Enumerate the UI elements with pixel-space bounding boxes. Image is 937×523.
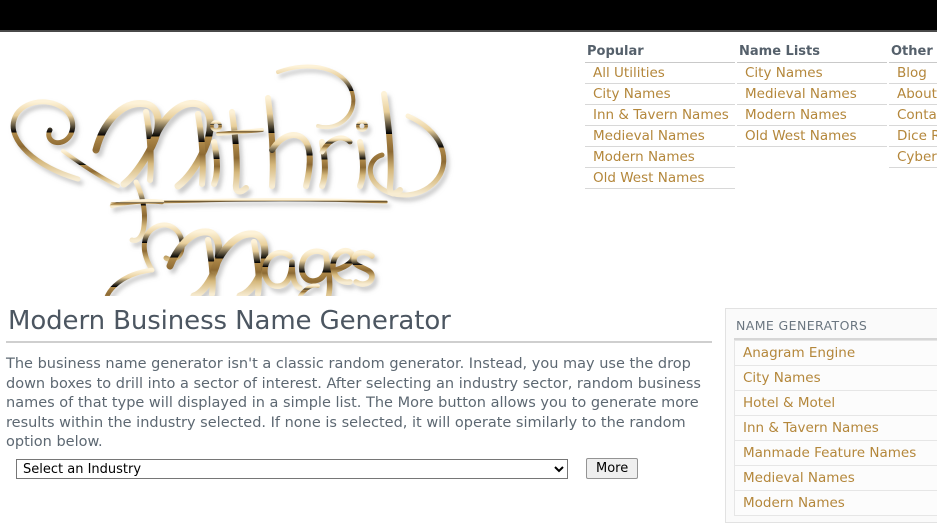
sidebar-heading: NAME GENERATORS [734,319,937,340]
sidebar-item-city-names[interactable]: City Names [734,366,937,391]
nav-link-list-medieval-names[interactable]: Medieval Names [737,84,887,105]
sidebar-item-hotel-motel[interactable]: Hotel & Motel [734,391,937,416]
more-button[interactable]: More [586,458,639,479]
nav-link-list-old-west-names[interactable]: Old West Names [737,126,887,147]
sidebar-item-modern-names[interactable]: Modern Names [734,491,937,516]
mithril-and-mages-logo-icon [10,64,447,296]
nav-column-other: Other Blog About Contact Dice Roller Cyb… [889,44,937,194]
nav-link-list-city-names[interactable]: City Names [737,63,887,84]
page-title: Modern Business Name Generator [6,305,712,343]
nav-link-cyberpunk[interactable]: Cyberpunk [889,147,937,168]
intro-paragraph: The business name generator isn't a clas… [6,356,701,450]
sidebar-item-anagram-engine[interactable]: Anagram Engine [734,340,937,366]
name-generators-sidebar: NAME GENERATORS Anagram Engine City Name… [725,308,937,523]
nav-link-modern-names[interactable]: Modern Names [585,147,735,168]
header-navigation: Popular All Utilities City Names Inn & T… [585,44,937,194]
nav-link-list-modern-names[interactable]: Modern Names [737,105,887,126]
nav-column-name-lists: Name Lists City Names Medieval Names Mod… [737,44,887,194]
nav-column-heading: Popular [585,44,735,63]
nav-link-about[interactable]: About [889,84,937,105]
nav-link-all-utilities[interactable]: All Utilities [585,63,735,84]
main-content: Modern Business Name Generator The busin… [6,305,712,453]
top-black-bar [0,0,937,32]
nav-column-popular: Popular All Utilities City Names Inn & T… [585,44,735,194]
nav-link-inn-tavern-names[interactable]: Inn & Tavern Names [585,105,735,126]
nav-link-blog[interactable]: Blog [889,63,937,84]
sidebar-item-manmade-feature-names[interactable]: Manmade Feature Names [734,441,937,466]
generator-form: Select an Industry More [16,458,639,479]
nav-link-contact[interactable]: Contact [889,105,937,126]
industry-select[interactable]: Select an Industry [16,458,568,479]
nav-link-old-west-names[interactable]: Old West Names [585,168,735,189]
sidebar-item-inn-tavern-names[interactable]: Inn & Tavern Names [734,416,937,441]
sidebar-item-medieval-names[interactable]: Medieval Names [734,466,937,491]
nav-link-medieval-names[interactable]: Medieval Names [585,126,735,147]
nav-column-heading: Other [889,44,937,63]
nav-link-city-names[interactable]: City Names [585,84,735,105]
nav-column-heading: Name Lists [737,44,887,63]
site-logo[interactable]: Mithril & Mages [0,34,470,296]
nav-link-dice-roller[interactable]: Dice Roller [889,126,937,147]
